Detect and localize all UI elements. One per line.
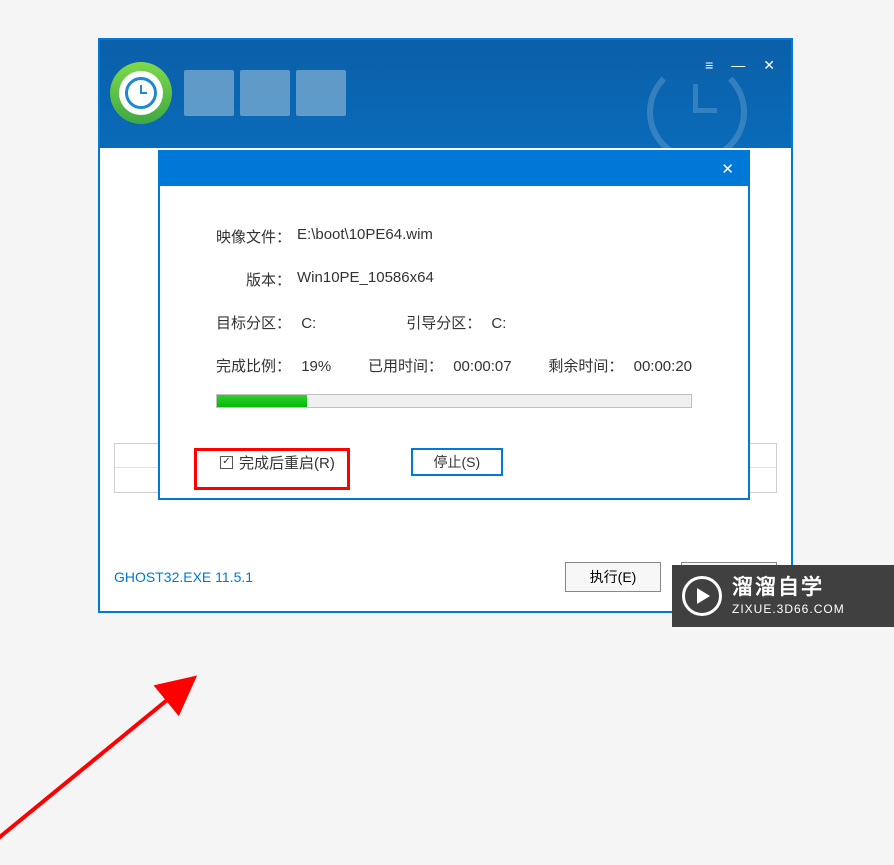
image-file-label: 映像文件： xyxy=(216,226,291,247)
annotation-arrow-icon xyxy=(0,645,220,865)
progress-label: 完成比例： xyxy=(216,358,291,375)
progress-bar xyxy=(216,394,692,408)
version-value: Win10PE_10586x64 xyxy=(297,269,434,290)
progress-fill xyxy=(217,395,307,407)
target-partition-label: 目标分区： xyxy=(216,315,291,332)
progress-dialog: ✕ 映像文件： E:\boot\10PE64.wim 版本： Win10PE_1… xyxy=(158,150,750,500)
target-partition-value: C: xyxy=(301,315,316,332)
execute-button[interactable]: 执行(E) xyxy=(565,562,661,592)
app-logo-icon xyxy=(110,62,172,124)
boot-partition-label: 引导分区： xyxy=(406,315,481,332)
watermark-badge: 溜溜自学 ZIXUE.3D66.COM xyxy=(672,565,894,627)
stop-button[interactable]: 停止(S) xyxy=(411,448,503,476)
app-title-blurred xyxy=(184,70,346,116)
dialog-actions: ✓ 完成后重启(R) 停止(S) xyxy=(216,448,692,476)
watermark-cn: 溜溜自学 xyxy=(732,575,845,601)
elapsed-label: 已用时间： xyxy=(368,358,443,375)
version-row: 版本： Win10PE_10586x64 xyxy=(216,269,692,290)
checkbox-icon: ✓ xyxy=(220,456,233,469)
remaining-label: 剩余时间： xyxy=(548,358,623,375)
minimize-button[interactable]: — xyxy=(731,58,745,72)
restart-checkbox[interactable]: ✓ 完成后重启(R) xyxy=(220,452,335,473)
title-bar: ≡ — ✕ xyxy=(100,40,791,148)
version-text: GHOST32.EXE 11.5.1 xyxy=(114,569,253,585)
image-file-row: 映像文件： E:\boot\10PE64.wim xyxy=(216,226,692,247)
progress-info-row: 完成比例： 19% 已用时间： 00:00:07 剩余时间： 00:00:20 xyxy=(216,355,692,376)
dialog-titlebar: ✕ xyxy=(160,152,748,186)
play-icon xyxy=(682,576,722,616)
window-controls: ≡ — ✕ xyxy=(705,58,775,72)
menu-icon[interactable]: ≡ xyxy=(705,58,713,72)
partition-row: 目标分区： C: 引导分区： C: xyxy=(216,312,692,333)
dialog-close-button[interactable]: ✕ xyxy=(721,160,734,178)
progress-value: 19% xyxy=(301,358,331,375)
watermark-en: ZIXUE.3D66.COM xyxy=(732,602,845,617)
elapsed-value: 00:00:07 xyxy=(453,358,511,375)
remaining-value: 00:00:20 xyxy=(634,358,692,375)
restart-checkbox-label: 完成后重启(R) xyxy=(239,452,335,473)
close-button[interactable]: ✕ xyxy=(763,58,775,72)
image-file-value: E:\boot\10PE64.wim xyxy=(297,226,433,247)
version-label: 版本： xyxy=(246,269,291,290)
boot-partition-value: C: xyxy=(491,315,506,332)
